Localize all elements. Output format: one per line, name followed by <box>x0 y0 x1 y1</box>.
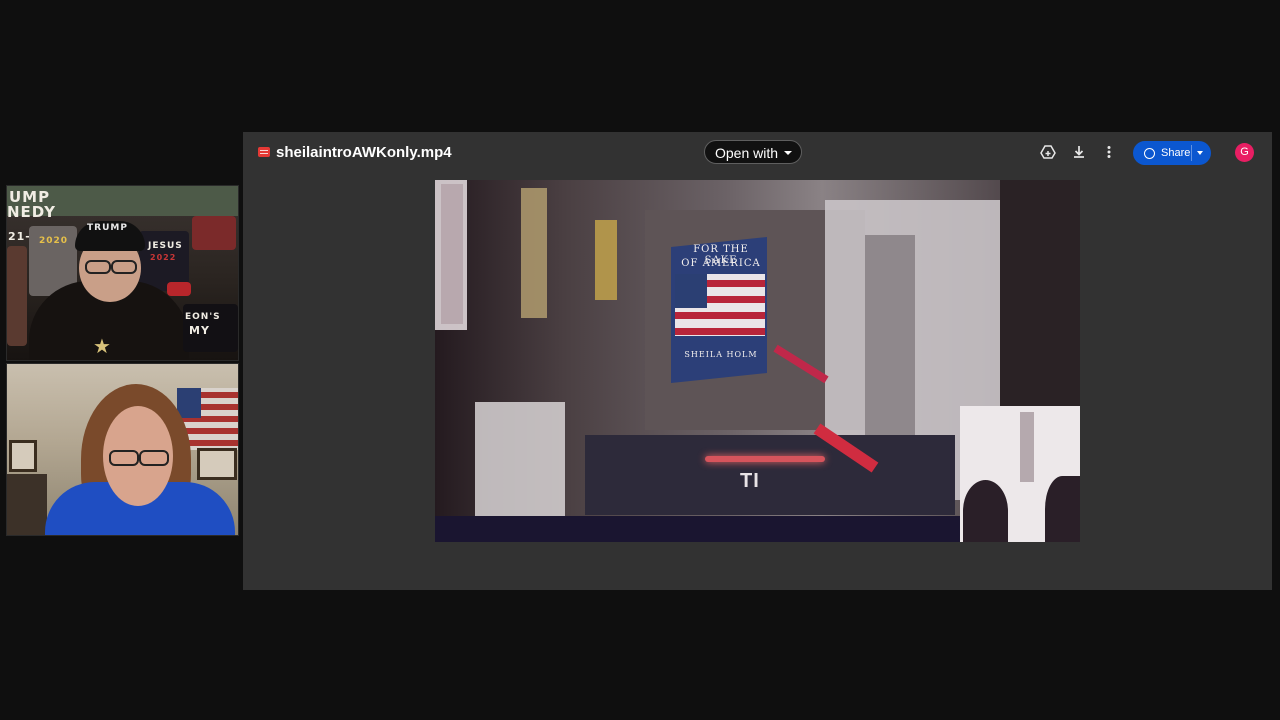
share-label: Share <box>1161 147 1191 159</box>
glasses-icon <box>139 450 169 466</box>
open-with-label: Open with <box>715 145 779 161</box>
webcam-participant-1: UMP NEDY 21- 2020 JESUS 2022 ★ TRUMP EON… <box>6 185 239 361</box>
add-to-drive-icon[interactable] <box>1040 144 1056 160</box>
chevron-down-icon <box>784 151 792 155</box>
merch-shelf <box>7 246 27 346</box>
video-street-band <box>585 435 955 515</box>
download-icon[interactable] <box>1071 144 1087 160</box>
video-capitol-dome <box>1020 412 1034 482</box>
video-light-streak <box>705 456 825 462</box>
drive-viewer: sheilaintroAWKonly.mp4 Open with Share G… <box>243 132 1272 590</box>
billboard-name: SHEILA HOLM <box>684 350 758 359</box>
video-building-window <box>865 235 915 435</box>
merch-shirt-text: MY <box>189 324 210 337</box>
glasses-icon <box>111 260 137 274</box>
video-tree-dark <box>1000 180 1080 410</box>
video-silhouette <box>963 480 1008 542</box>
video-file-icon <box>258 147 270 157</box>
more-options-icon[interactable] <box>1101 144 1117 160</box>
wall-sign-text: 21- <box>8 230 31 243</box>
video-statue-panel <box>475 402 565 530</box>
webcam-participant-2 <box>6 363 239 536</box>
billboard-text: OF AMERICA <box>681 258 761 269</box>
glasses-icon <box>109 450 139 466</box>
video-sign-yellow <box>595 220 617 300</box>
merch-shirt-text: JESUS <box>148 241 183 251</box>
wall-picture-frame <box>9 440 37 472</box>
glasses-icon <box>85 260 111 274</box>
video-player[interactable]: FOR THE SAKE OF AMERICA SHEILA HOLM TI <box>435 180 1080 542</box>
wall-sign-text: NEDY <box>7 203 57 221</box>
billboard-flag-icon <box>675 274 765 336</box>
share-options-chevron-icon[interactable] <box>1197 151 1203 155</box>
share-divider <box>1191 145 1192 161</box>
screen: UMP NEDY 21- 2020 JESUS 2022 ★ TRUMP EON… <box>0 0 1280 720</box>
viewer-toolbar: sheilaintroAWKonly.mp4 Open with Share G <box>243 132 1272 172</box>
share-button[interactable]: Share <box>1133 141 1211 165</box>
video-overlay-text: TI <box>740 470 760 492</box>
wall-picture-frame <box>197 448 237 480</box>
merch-cap <box>167 282 191 296</box>
globe-icon <box>1144 148 1155 159</box>
merch-shirt-text: 2022 <box>150 253 177 262</box>
cap-text: TRUMP <box>87 223 128 233</box>
video-sign-yellow <box>521 188 547 318</box>
video-left-panel-inner <box>441 184 463 324</box>
merch-shirt-text: 2020 <box>39 236 69 246</box>
star-emblem-icon: ★ <box>93 336 111 358</box>
video-silhouette <box>1045 476 1080 542</box>
cabinet <box>7 474 47 535</box>
open-with-button[interactable]: Open with <box>704 140 802 164</box>
account-avatar[interactable]: G <box>1235 143 1254 162</box>
file-name: sheilaintroAWKonly.mp4 <box>276 144 452 161</box>
merch-flag <box>192 216 236 250</box>
merch-shirt-text: EON'S <box>185 312 221 322</box>
